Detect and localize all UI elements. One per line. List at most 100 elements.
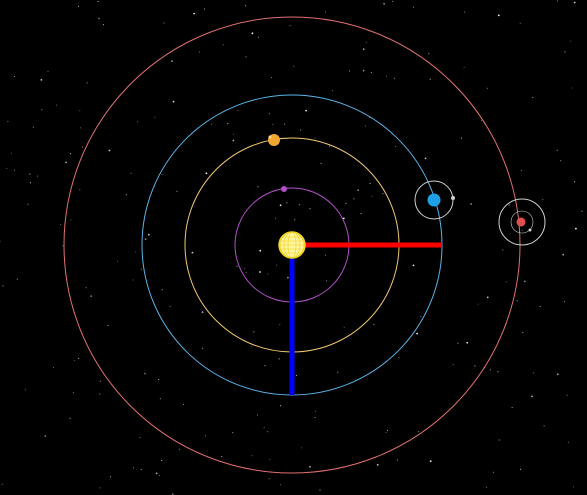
- star: [0, 240, 1, 242]
- star: [158, 379, 160, 380]
- star: [253, 331, 255, 333]
- star: [575, 227, 577, 230]
- star: [29, 182, 31, 184]
- planet-3-system[interactable]: [414, 180, 455, 220]
- star: [98, 17, 100, 20]
- star: [376, 464, 379, 466]
- star: [460, 137, 462, 139]
- star: [396, 459, 398, 461]
- star: [74, 360, 76, 362]
- star: [182, 403, 184, 405]
- star: [267, 431, 269, 433]
- star: [416, 332, 418, 335]
- sun-icon[interactable]: [278, 231, 306, 259]
- star: [287, 276, 289, 279]
- star: [382, 193, 384, 195]
- star: [362, 69, 365, 72]
- moon-4-icon[interactable]: [528, 228, 532, 232]
- planet-2-icon[interactable]: [268, 134, 280, 146]
- star: [27, 203, 29, 205]
- star: [386, 75, 388, 77]
- star: [137, 121, 139, 123]
- star: [567, 441, 569, 443]
- star: [332, 90, 333, 92]
- star: [371, 195, 373, 197]
- planet-4-icon[interactable]: [516, 217, 526, 227]
- planet-3-icon[interactable]: [427, 193, 441, 207]
- star: [201, 311, 204, 313]
- star: [508, 204, 510, 206]
- star: [193, 12, 196, 15]
- star: [178, 448, 180, 450]
- star: [176, 190, 178, 192]
- star: [521, 229, 523, 231]
- star: [349, 70, 351, 72]
- star: [420, 315, 422, 317]
- star: [557, 0, 559, 2]
- star: [16, 278, 18, 280]
- star: [78, 5, 79, 7]
- planet-4-system[interactable]: [498, 198, 546, 246]
- star: [319, 489, 321, 491]
- star: [232, 139, 235, 142]
- star: [135, 251, 137, 253]
- star: [161, 174, 163, 176]
- star: [337, 371, 339, 373]
- star: [268, 478, 270, 480]
- star: [520, 468, 522, 470]
- star: [429, 460, 432, 463]
- star: [29, 173, 31, 175]
- star: [72, 392, 74, 394]
- star: [502, 249, 504, 251]
- star: [564, 301, 565, 303]
- star: [543, 425, 545, 427]
- star: [370, 72, 372, 73]
- star: [102, 24, 104, 26]
- star: [280, 484, 281, 486]
- star: [463, 67, 465, 69]
- star: [41, 109, 43, 111]
- star: [298, 204, 300, 206]
- star: [284, 123, 286, 125]
- planet-1-icon[interactable]: [281, 186, 287, 192]
- star: [492, 471, 494, 473]
- star: [99, 487, 101, 489]
- star: [257, 414, 259, 416]
- star: [99, 393, 101, 395]
- star: [161, 460, 163, 461]
- star: [245, 5, 247, 7]
- star: [107, 325, 109, 326]
- star: [573, 1, 576, 4]
- star: [477, 303, 479, 305]
- star: [542, 199, 544, 201]
- star: [132, 279, 134, 281]
- star: [325, 11, 326, 13]
- star: [267, 273, 269, 275]
- moon-3-icon[interactable]: [451, 196, 455, 200]
- star: [452, 364, 454, 365]
- star: [110, 476, 112, 478]
- star: [393, 77, 395, 79]
- star: [520, 170, 522, 171]
- star: [556, 149, 558, 151]
- star: [203, 8, 205, 10]
- star: [125, 194, 127, 196]
- star: [69, 153, 71, 155]
- star: [324, 254, 326, 256]
- star: [259, 249, 262, 252]
- star: [278, 358, 280, 360]
- star: [360, 213, 362, 215]
- star: [300, 447, 302, 449]
- star: [392, 0, 394, 2]
- star: [505, 281, 507, 283]
- star: [232, 432, 234, 434]
- star: [257, 186, 259, 188]
- star: [130, 172, 132, 174]
- star: [171, 60, 173, 63]
- star: [13, 76, 15, 77]
- star: [233, 133, 235, 135]
- star: [44, 435, 47, 437]
- star: [37, 175, 39, 177]
- star: [329, 145, 331, 147]
- star: [373, 323, 375, 325]
